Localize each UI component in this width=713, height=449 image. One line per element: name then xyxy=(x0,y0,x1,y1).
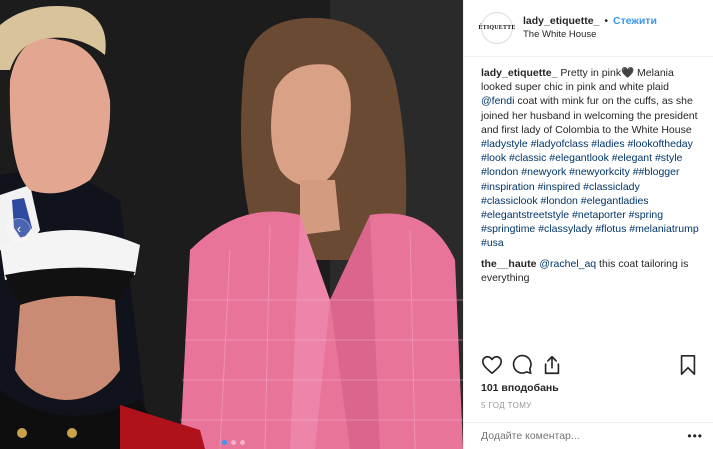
carousel-prev-button[interactable]: ‹ xyxy=(7,218,31,242)
post-photo[interactable]: ‹ xyxy=(0,0,463,449)
carousel-indicator xyxy=(222,440,245,445)
caption: lady_etiquette_ Pretty in pink🖤 Melania … xyxy=(481,66,699,251)
share-icon[interactable] xyxy=(541,354,563,376)
caption-hashtags[interactable]: #ladystyle #ladyofclass #ladies #lookoft… xyxy=(481,138,699,249)
caption-text-continued: coat with mink fur on the cuffs, as she … xyxy=(481,95,698,136)
carousel-dot-2 xyxy=(231,440,236,445)
bookmark-icon[interactable] xyxy=(677,354,699,376)
post-timestamp[interactable]: 5 ГОД ТОМУ xyxy=(481,401,532,410)
instagram-post: ‹ ÉTIQUETTE lady_etiquette_ • Стежити Th… xyxy=(0,0,713,449)
more-options-button[interactable]: ••• xyxy=(687,429,703,443)
location-link[interactable]: The White House xyxy=(523,28,657,42)
carousel-dot-1 xyxy=(222,440,227,445)
post-header: ÉTIQUETTE lady_etiquette_ • Стежити The … xyxy=(464,0,713,57)
caption-username-link[interactable]: lady_etiquette_ xyxy=(481,67,557,79)
comment-item: the__haute @rachel_aq this coat tailorin… xyxy=(481,257,699,285)
carousel-dot-3 xyxy=(240,440,245,445)
action-bar xyxy=(481,354,701,378)
add-comment-bar: ••• xyxy=(464,422,713,449)
avatar[interactable]: ÉTIQUETTE xyxy=(478,12,515,44)
post-sidebar: ÉTIQUETTE lady_etiquette_ • Стежити The … xyxy=(463,0,713,449)
heart-icon[interactable] xyxy=(481,354,503,376)
header-username-link[interactable]: lady_etiquette_ xyxy=(523,15,599,27)
comment-icon[interactable] xyxy=(511,354,533,376)
comment-username-link[interactable]: the__haute xyxy=(481,258,536,270)
comment-mention-link[interactable]: @rachel_aq xyxy=(539,258,596,270)
follow-button[interactable]: Стежити xyxy=(613,15,657,27)
comment-input[interactable] xyxy=(481,430,671,442)
header-separator: • xyxy=(604,15,609,27)
likes-count[interactable]: 101 вподобань xyxy=(481,382,559,394)
comments-section: lady_etiquette_ Pretty in pink🖤 Melania … xyxy=(464,57,713,345)
caption-mention-link[interactable]: @fendi xyxy=(481,95,514,107)
header-text: lady_etiquette_ • Стежити The White Hous… xyxy=(523,14,657,42)
photo-illustration xyxy=(0,0,463,449)
